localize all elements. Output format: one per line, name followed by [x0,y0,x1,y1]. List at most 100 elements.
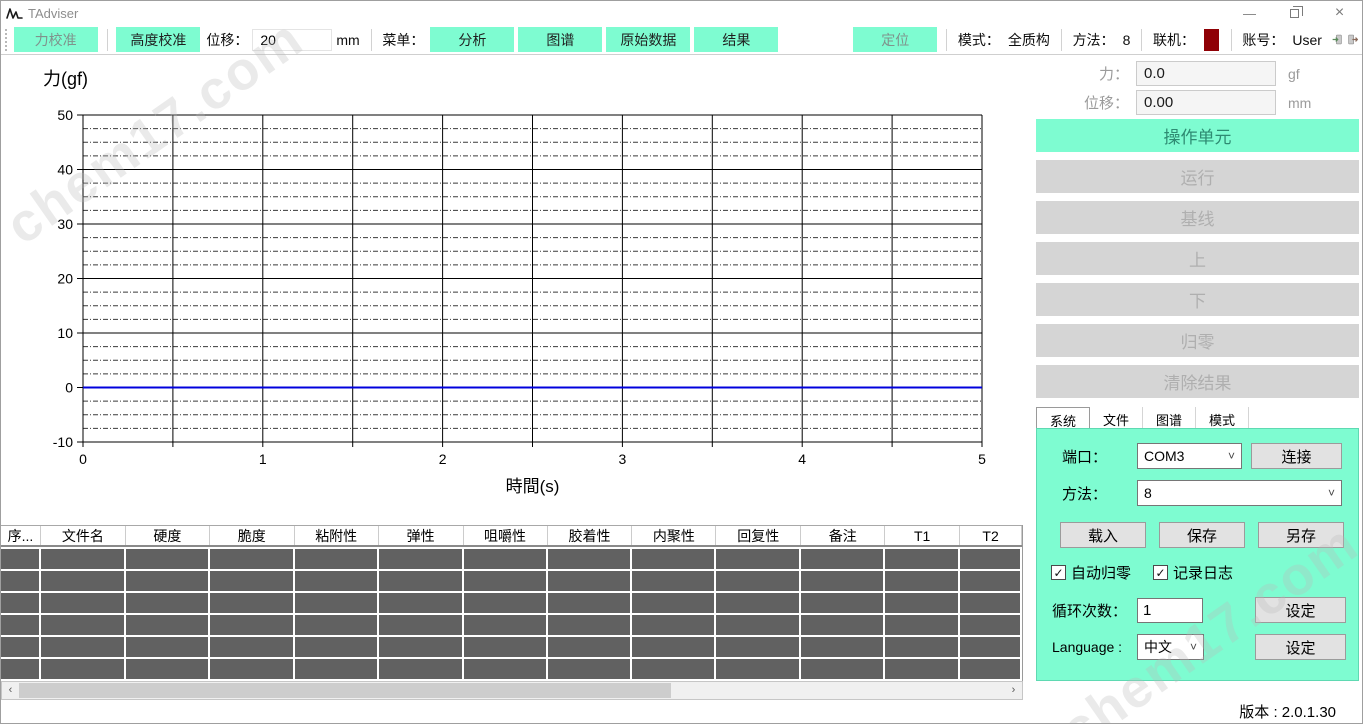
table-header-cell[interactable]: 内聚性 [632,526,716,545]
method-select[interactable]: 8 ˅ [1137,480,1342,506]
displacement-unit: mm [336,32,359,48]
auto-zero-checkbox[interactable]: ✓ [1051,565,1066,580]
table-header-cell[interactable]: 咀嚼性 [464,526,548,545]
table-header-cell[interactable]: 文件名 [41,526,126,545]
operate-unit-button[interactable]: 操作单元 [1036,119,1359,152]
toolbar-separator [1141,29,1142,51]
table-header-cell[interactable]: T1 [885,526,960,545]
table-cell [801,571,885,593]
table-cell [632,615,716,637]
table-header-cell[interactable]: 胶着性 [548,526,633,545]
tab-file[interactable]: 文件 [1090,407,1143,428]
table-header-cell[interactable]: 备注 [801,526,885,545]
force-calibration-button[interactable]: 力校准 [14,27,98,52]
svg-text:10: 10 [57,325,73,341]
table-header-cell[interactable]: 硬度 [126,526,210,545]
language-select[interactable]: 中文 ˅ [1137,634,1204,660]
table-cell [295,659,379,681]
table-row[interactable] [1,615,1022,637]
up-button[interactable]: 上 [1036,242,1359,275]
height-calibration-button[interactable]: 高度校准 [116,27,200,52]
account-label: 账号： [1242,30,1284,50]
chart-area: 力(gf) -1001020304050012345時間(s) [1,55,1031,525]
scroll-left-icon[interactable]: ‹ [2,682,19,699]
table-cell [126,571,210,593]
table-cell [126,615,210,637]
tab-graph[interactable]: 图谱 [1143,407,1196,428]
table-cell [126,637,210,659]
save-button[interactable]: 保存 [1159,522,1245,548]
horizontal-scrollbar[interactable]: ‹ › [1,681,1023,700]
menu-label: 菜单： [382,30,424,50]
close-icon: × [1335,4,1344,22]
raw-data-button[interactable]: 原始数据 [606,27,690,52]
table-row[interactable] [1,571,1022,593]
table-cell [126,593,210,615]
table-row[interactable] [1,637,1022,659]
force-readout-label: 力： [1036,63,1136,84]
table-header-cell[interactable]: 弹性 [379,526,464,545]
save-as-button[interactable]: 另存 [1258,522,1344,548]
cycles-input[interactable] [1137,598,1203,623]
port-select[interactable]: COM3 ˅ [1137,443,1242,469]
set-language-button[interactable]: 设定 [1255,634,1346,660]
graph-button[interactable]: 图谱 [518,27,602,52]
login-icon[interactable] [1332,32,1342,47]
tab-mode[interactable]: 模式 [1196,407,1249,428]
scrollbar-thumb[interactable] [19,683,671,698]
toolbar-separator [371,29,372,51]
table-cell [801,549,885,571]
settings-tabs: 系统 文件 图谱 模式 [1036,407,1359,428]
baseline-button[interactable]: 基线 [1036,201,1359,234]
down-button[interactable]: 下 [1036,283,1359,316]
table-cell [801,593,885,615]
clear-results-button[interactable]: 清除结果 [1036,365,1359,398]
table-header-cell[interactable]: T2 [960,526,1022,545]
table-cell [801,615,885,637]
tab-system[interactable]: 系统 [1036,407,1090,428]
minimize-button[interactable]: — [1227,1,1272,25]
chevron-down-icon: ˅ [1328,486,1335,500]
cycles-label: 循环次数： [1047,600,1137,621]
table-header-cell[interactable]: 序... [1,526,41,545]
log-checkbox[interactable]: ✓ [1153,565,1168,580]
table-header-cell[interactable]: 脆度 [210,526,295,545]
positioning-button[interactable]: 定位 [853,27,937,52]
svg-text:-10: -10 [53,434,73,450]
displacement-unit: mm [1288,95,1311,111]
method-label: 方法： [1073,30,1115,50]
table-cell [379,637,464,659]
table-cell [632,549,716,571]
set-cycles-button[interactable]: 设定 [1255,597,1346,623]
table-header-cell[interactable]: 回复性 [716,526,801,545]
logout-icon[interactable] [1348,32,1358,47]
zero-button[interactable]: 归零 [1036,324,1359,357]
force-readout-input[interactable] [1136,61,1276,86]
port-label: 端口： [1047,446,1137,467]
window-title: TAdviser [28,6,78,21]
displacement-input[interactable] [252,29,332,51]
table-row[interactable] [1,549,1022,571]
toolbar-grip[interactable] [5,29,8,51]
table-row[interactable] [1,593,1022,615]
scroll-right-icon[interactable]: › [1005,682,1022,699]
table-cell [1,659,41,681]
close-button[interactable]: × [1317,1,1362,25]
table-header-cell[interactable]: 粘附性 [295,526,379,545]
results-button[interactable]: 结果 [694,27,778,52]
load-button[interactable]: 载入 [1060,522,1146,548]
table-cell [960,637,1022,659]
connect-button[interactable]: 连接 [1251,443,1342,469]
restore-button[interactable] [1272,1,1317,25]
displacement-readout-input[interactable] [1136,90,1276,115]
run-button[interactable]: 运行 [1036,160,1359,193]
svg-text:0: 0 [65,380,73,396]
table-cell [210,659,295,681]
table-cell [210,615,295,637]
table-cell [1,615,41,637]
table-row[interactable] [1,659,1022,681]
table-cell [295,571,379,593]
table-header-row: 序...文件名硬度脆度粘附性弹性咀嚼性胶着性内聚性回复性备注T1T2 [1,525,1022,547]
analysis-button[interactable]: 分析 [430,27,514,52]
table-cell [548,571,633,593]
